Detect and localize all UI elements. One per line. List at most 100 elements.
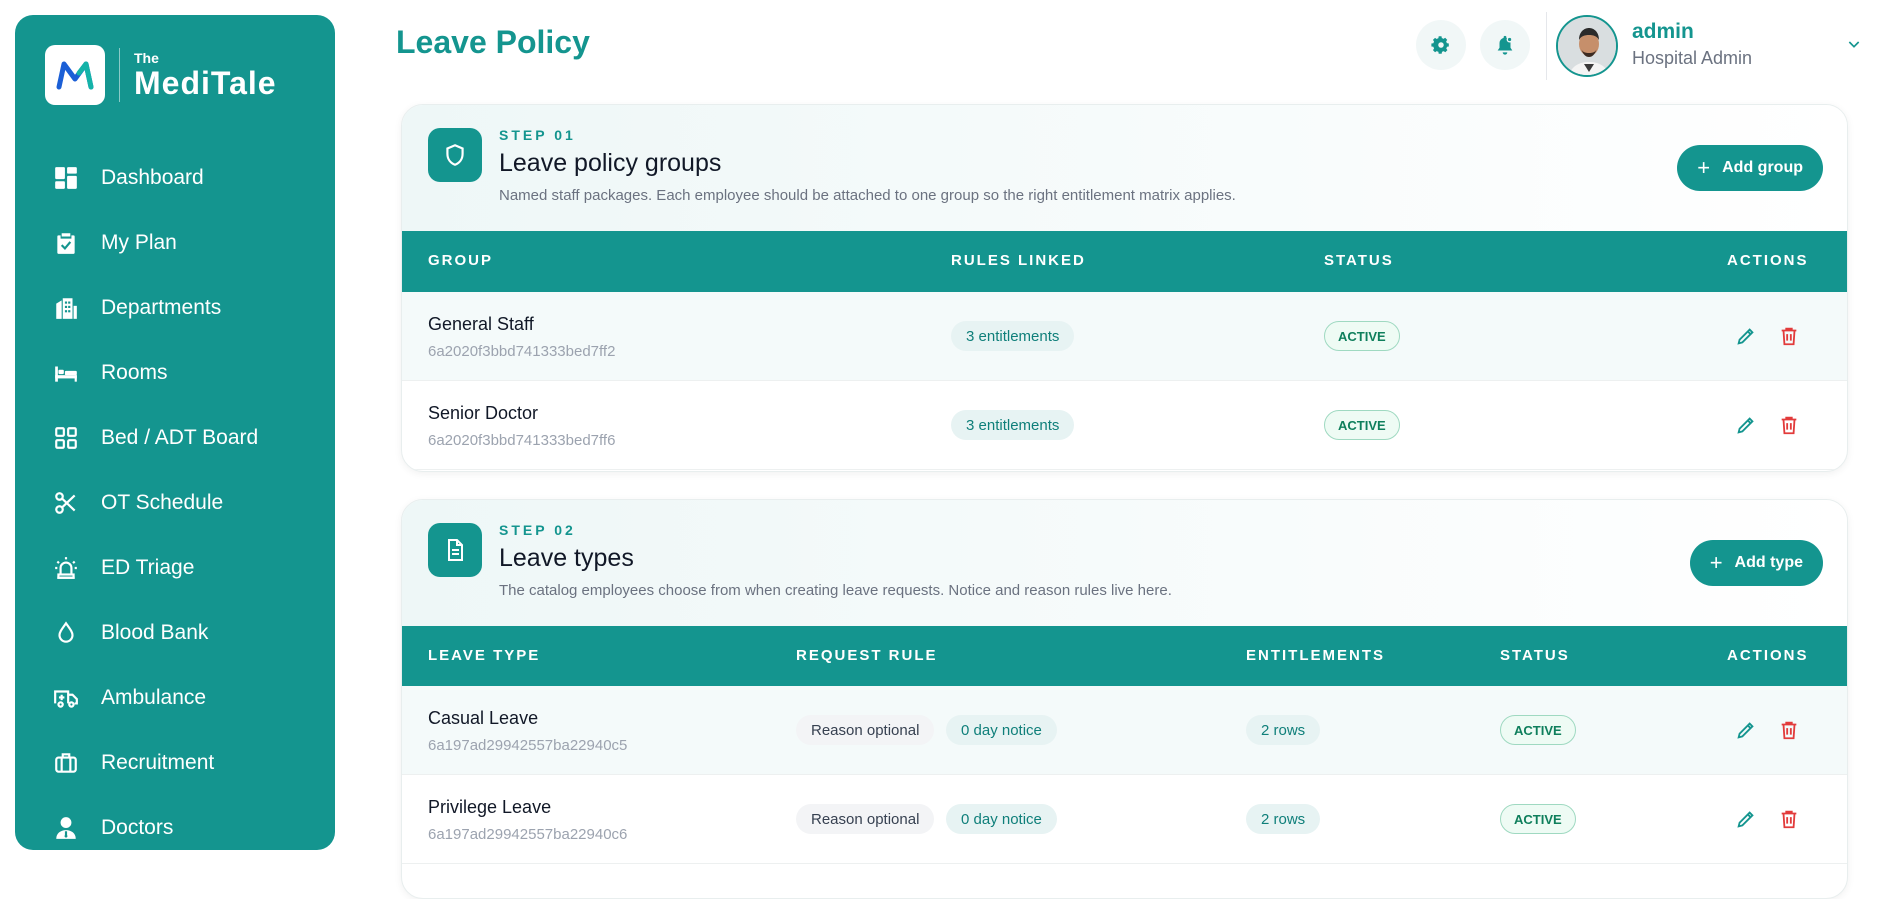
document-icon [428,523,482,577]
sidebar-item-bed-adt-board[interactable]: Bed / ADT Board [15,405,335,470]
sidebar-item-blood-bank[interactable]: Blood Bank [15,600,335,665]
brand-name: MediTale [134,65,277,101]
sidebar-item-label: ED Triage [101,555,195,579]
edit-icon[interactable] [1735,325,1757,347]
edit-icon[interactable] [1735,808,1757,830]
droplet-icon [58,620,74,643]
edit-icon[interactable] [1735,719,1757,741]
step-number: STEP 02 [499,522,576,538]
add-group-label: Add group [1722,159,1803,176]
step-number: STEP 01 [499,127,576,143]
sidebar: The MediTale Dashboard My Plan Departmen… [15,15,335,850]
page-title: Leave Policy [396,24,590,60]
table-row[interactable]: Casual Leave 6a197ad29942557ba22940c5 Re… [402,686,1847,775]
column-header: ACTIONS [1727,252,1809,269]
card-header: STEP 02 Leave types The catalog employee… [402,500,1847,626]
group-id: 6a2020f3bbd741333bed7ff2 [428,343,616,360]
sidebar-item-ed-triage[interactable]: ED Triage [15,535,335,600]
chevron-down-icon[interactable] [1846,36,1862,52]
brand-divider [119,48,120,102]
sidebar-item-label: Rooms [101,360,168,384]
brand-the: The [134,50,159,66]
grid-icon [55,426,77,449]
sidebar-item-label: Blood Bank [101,620,209,644]
user-avatar[interactable] [1556,15,1618,77]
table-header: LEAVE TYPE REQUEST RULE ENTITLEMENTS STA… [402,626,1847,686]
table-row[interactable]: General Staff 6a2020f3bbd741333bed7ff2 3… [402,292,1847,381]
table-header: GROUP RULES LINKED STATUS ACTIONS [402,231,1847,292]
briefcase-icon [55,752,77,773]
building-icon [56,297,77,319]
reason-rule-pill: Reason optional [796,715,935,745]
delete-icon[interactable] [1778,808,1800,830]
plus-icon: + [1709,550,1723,575]
sidebar-item-ot-schedule[interactable]: OT Schedule [15,470,335,535]
settings-button[interactable] [1416,20,1466,70]
sidebar-item-recruitment[interactable]: Recruitment [15,730,335,795]
group-name: Senior Doctor [428,403,539,423]
column-header: ENTITLEMENTS [1246,647,1385,664]
table-row[interactable]: Senior Doctor 6a2020f3bbd741333bed7ff6 3… [402,381,1847,470]
column-header: STATUS [1500,647,1570,664]
add-group-button[interactable]: + Add group [1677,145,1823,191]
scissors-icon [55,491,76,514]
status-badge: ACTIVE [1324,410,1400,440]
delete-icon[interactable] [1778,414,1800,436]
header-divider [1546,12,1547,80]
column-header: GROUP [428,252,494,269]
shield-icon [428,128,482,182]
gear-icon [1431,36,1449,54]
group-name: General Staff [428,314,534,334]
status-badge: ACTIVE [1324,321,1400,351]
plus-icon: + [1697,155,1711,180]
sidebar-item-my-plan[interactable]: My Plan [15,210,335,275]
column-header: STATUS [1324,252,1394,269]
sidebar-item-label: Bed / ADT Board [101,425,259,449]
brand[interactable]: The MediTale [45,45,277,105]
dashboard-icon [55,166,77,189]
column-header: REQUEST RULE [796,647,938,664]
leave-type-name: Casual Leave [428,708,539,728]
column-header: LEAVE TYPE [428,647,541,664]
sidebar-item-label: My Plan [101,230,177,254]
user-role: Hospital Admin [1632,48,1753,68]
add-type-button[interactable]: + Add type [1689,540,1823,586]
sidebar-item-label: Doctors [101,815,174,839]
clipboard-check-icon [57,232,75,254]
ambulance-icon [54,689,78,708]
sidebar-item-label: OT Schedule [101,490,224,514]
sidebar-nav: Dashboard My Plan Departments Rooms Bed … [15,145,335,860]
section-description: The catalog employees choose from when c… [499,582,1172,599]
leave-type-name: Privilege Leave [428,797,552,817]
section-title: Leave types [499,544,634,572]
column-header: RULES LINKED [951,252,1086,269]
status-badge: ACTIVE [1500,715,1576,745]
section-title: Leave policy groups [499,149,722,177]
card-header: STEP 01 Leave policy groups Named staff … [402,105,1847,231]
sidebar-item-label: Recruitment [101,750,215,774]
notifications-button[interactable] [1480,20,1530,70]
bed-icon [55,366,77,382]
bell-icon [1497,35,1513,55]
delete-icon[interactable] [1778,719,1800,741]
sidebar-item-departments[interactable]: Departments [15,275,335,340]
meditale-logo [45,45,105,105]
group-id: 6a2020f3bbd741333bed7ff6 [428,432,616,449]
sidebar-item-doctors[interactable]: Doctors [15,795,335,860]
edit-icon[interactable] [1735,414,1757,436]
reason-rule-pill: Reason optional [796,804,935,834]
leave-type-id: 6a197ad29942557ba22940c6 [428,826,628,843]
user-name[interactable]: admin [1632,20,1694,44]
delete-icon[interactable] [1778,325,1800,347]
sidebar-item-rooms[interactable]: Rooms [15,340,335,405]
table-row[interactable]: Privilege Leave 6a197ad29942557ba22940c6… [402,775,1847,864]
notice-rule-pill: 0 day notice [946,715,1057,745]
sidebar-item-ambulance[interactable]: Ambulance [15,665,335,730]
rules-linked-pill: 3 entitlements [951,410,1075,440]
sidebar-item-label: Ambulance [101,685,207,709]
notice-rule-pill: 0 day notice [946,804,1057,834]
section-description: Named staff packages. Each employee shou… [499,187,1236,204]
doctor-icon [56,816,76,839]
sidebar-item-dashboard[interactable]: Dashboard [15,145,335,210]
sidebar-item-label: Departments [101,295,222,319]
